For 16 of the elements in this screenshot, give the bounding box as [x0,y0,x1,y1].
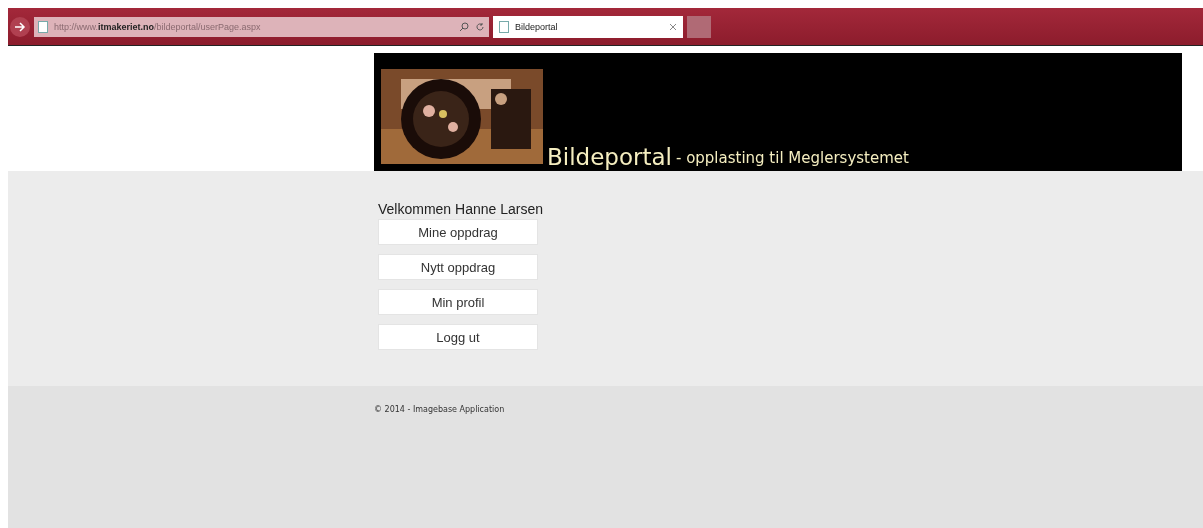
back-button[interactable] [10,16,30,37]
browser-tab[interactable]: Bildeportal [493,15,683,38]
refresh-icon[interactable] [475,21,485,32]
address-bar[interactable]: http://www.itmakeriet.no/bildeportal/userPage.aspx [34,16,489,37]
menu-button[interactable]: Logg ut [378,324,538,350]
page-icon [38,20,48,33]
arrow-icon [14,21,26,32]
menu-button[interactable]: Nytt oppdrag [378,254,538,280]
menu-button[interactable]: Min profil [378,289,538,315]
search-icon[interactable] [459,21,469,32]
copyright-text: © 2014 - Imagebase Application [374,405,505,414]
site-title: Bildeportal [547,146,672,169]
page-icon [499,20,509,33]
menu-button[interactable]: Mine oppdrag [378,219,538,245]
site-subtitle: - opplasting til Meglersystemet [675,149,909,167]
welcome-text: Velkommen Hanne Larsen [378,201,544,217]
